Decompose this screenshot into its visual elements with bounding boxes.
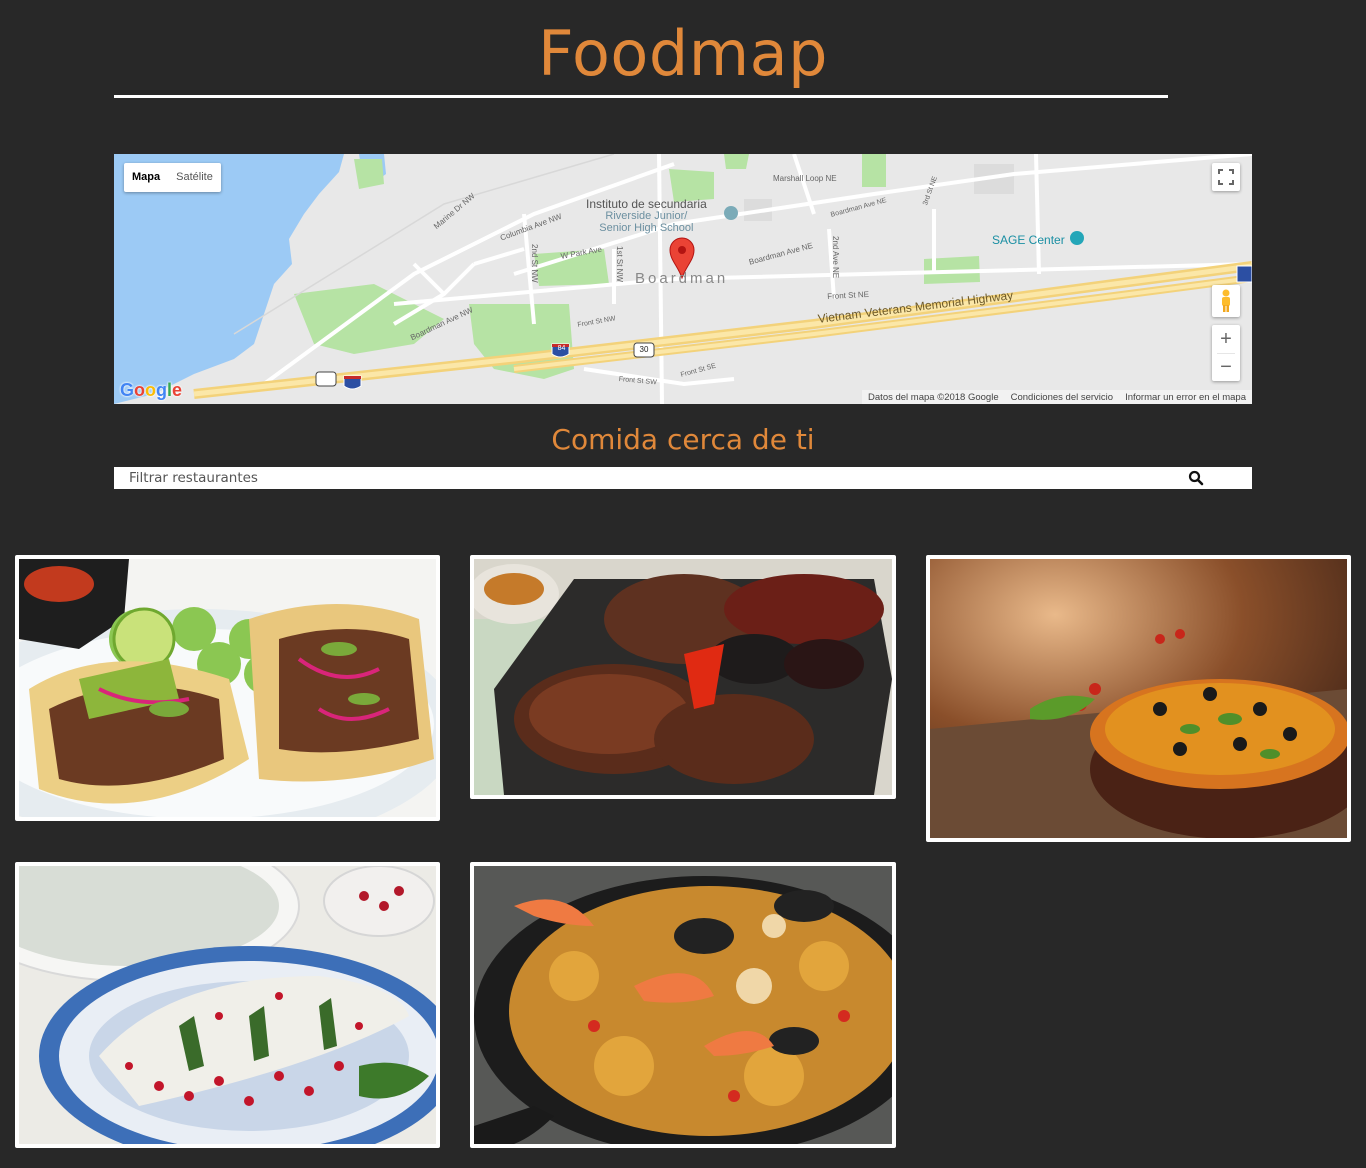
interstate-shield-icon [1236, 265, 1252, 283]
restaurant-card-paella[interactable] [470, 862, 896, 1148]
restaurant-card-parrillada[interactable] [470, 555, 896, 799]
map-type-map-button[interactable]: Mapa [124, 163, 168, 192]
map-attribution: Datos del mapa ©2018 Google Condiciones … [862, 390, 1252, 404]
zoom-in-icon[interactable]: + [1212, 326, 1240, 353]
page-title: Foodmap [538, 17, 828, 90]
tacos-image [19, 559, 436, 817]
street-view-button[interactable] [1212, 285, 1240, 317]
map-data-attribution: Datos del mapa ©2018 Google [868, 391, 999, 403]
map-label-street: 1st St NW [615, 246, 624, 283]
map-label-street: 2nd Ave NE [831, 236, 840, 279]
filter-bar[interactable] [114, 467, 1252, 489]
map-label-street: 2nd St NW [530, 244, 539, 283]
map-label-sage: SAGE Center [992, 233, 1065, 247]
pizza-image [930, 559, 1347, 838]
zoom-out-icon[interactable]: − [1212, 354, 1240, 381]
restaurant-card-tacos[interactable] [15, 555, 440, 821]
map-label-town: Boardman [635, 270, 729, 287]
interstate-shield-icon [343, 375, 362, 390]
map-type-control[interactable]: Mapa Satélite [124, 163, 221, 192]
section-title: Comida cerca de ti [551, 423, 815, 456]
google-logo: Google [120, 380, 183, 400]
interstate-shield-label: 84 [557, 345, 566, 352]
us-route-shield-label: 30 [639, 345, 649, 354]
fullscreen-button[interactable] [1212, 163, 1240, 191]
filter-input[interactable] [114, 467, 1174, 489]
terms-link[interactable]: Condiciones del servicio [1011, 392, 1113, 403]
map-label-school: Instituto de secundaria Riverside Junior… [586, 197, 707, 234]
map-label-street: Marshall Loop NE [773, 174, 837, 183]
pegman-icon [1222, 289, 1230, 312]
map-widget[interactable]: Instituto de secundaria Riverside Junior… [114, 154, 1252, 404]
us-route-shield-icon [315, 371, 337, 387]
report-error-link[interactable]: Informar un error en el mapa [1125, 392, 1246, 403]
parrillada-image [474, 559, 892, 795]
restaurant-card-chiles-en-nogada[interactable] [15, 862, 440, 1148]
zoom-control[interactable]: + − [1212, 325, 1240, 381]
paella-image [474, 866, 892, 1144]
map-type-satellite-button[interactable]: Satélite [168, 163, 221, 192]
search-icon[interactable] [1188, 470, 1204, 486]
chiles-image [19, 866, 436, 1144]
fullscreen-icon [1218, 169, 1234, 185]
restaurant-card-pizza[interactable] [926, 555, 1351, 842]
title-underline [114, 95, 1168, 98]
